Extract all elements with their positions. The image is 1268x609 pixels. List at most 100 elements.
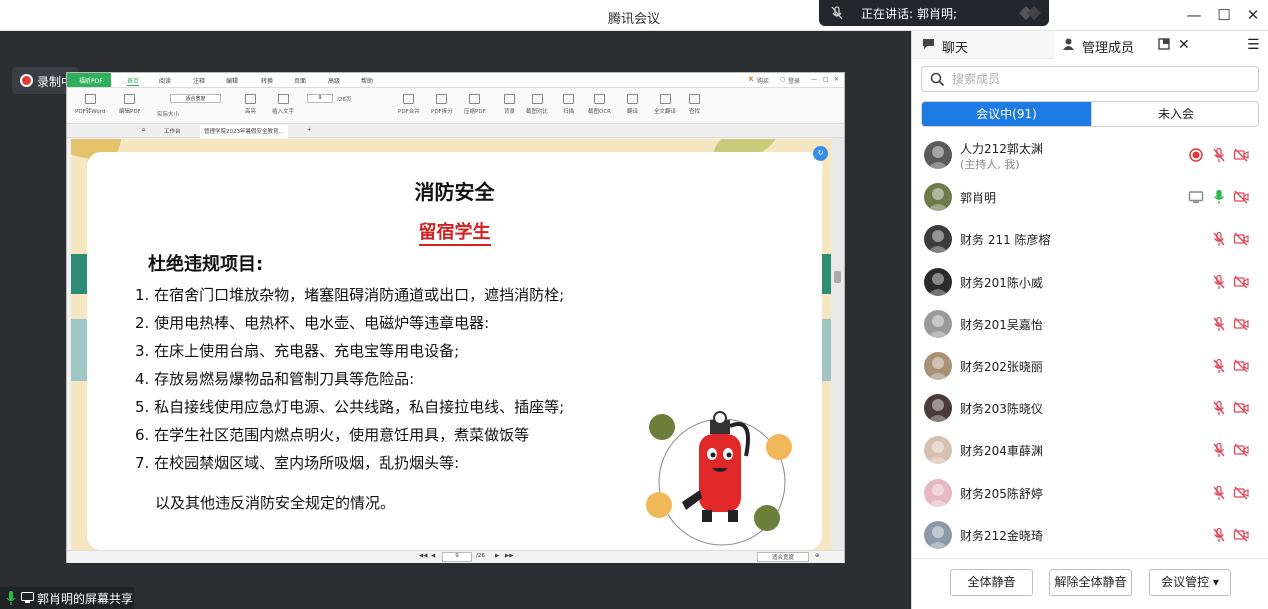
pdf-menu-edit[interactable]: 编辑 — [226, 76, 238, 85]
segment-in-meeting[interactable]: 会议中(91) — [922, 102, 1091, 126]
pdf-split-button[interactable]: PDF拆分 — [431, 94, 453, 115]
meeting-controls-button[interactable]: 会议管控 ▾ — [1149, 569, 1231, 596]
pdf-merge-button[interactable]: PDF合并 — [398, 94, 420, 115]
edit-pdf-button[interactable]: 编辑PDF — [119, 94, 141, 115]
pdf-login-link[interactable]: 登录 — [788, 76, 800, 85]
pdf-menu-convert[interactable]: 转换 — [261, 76, 273, 85]
current-document-tab[interactable]: 管理学院2023年暑假安全教育... — [200, 125, 288, 138]
member-row[interactable]: 财务201吴嘉怡 — [912, 304, 1268, 346]
member-search[interactable] — [921, 66, 1259, 92]
popout-icon[interactable] — [1158, 38, 1171, 50]
find-icon — [689, 94, 700, 104]
page-nav-next[interactable]: ▶ — [495, 553, 499, 559]
mic-muted-icon[interactable] — [1211, 147, 1227, 163]
pdf-brand-tab[interactable]: 福昕PDF — [67, 73, 111, 87]
pdf-buy-link[interactable]: 购买 — [757, 76, 769, 85]
camera-off-icon[interactable] — [1233, 316, 1249, 332]
close-panel-icon[interactable]: ✕ — [1178, 37, 1190, 53]
mic-on-icon[interactable] — [1211, 189, 1227, 205]
mic-muted-icon[interactable] — [1211, 485, 1227, 501]
pdf-menu-page[interactable]: 页面 — [294, 76, 306, 85]
ocr-button[interactable]: 截图OCR — [588, 94, 611, 115]
maximize-button[interactable]: ☐ — [1214, 6, 1234, 24]
full-translate-button[interactable]: 全文翻译 — [654, 94, 676, 115]
find-button[interactable]: 查找 — [689, 94, 700, 115]
mic-muted-icon[interactable] — [1211, 527, 1227, 543]
scrollbar-thumb[interactable] — [834, 271, 841, 283]
pdf-menu-annotate[interactable]: 注释 — [193, 76, 205, 85]
speaking-label: 正在讲话: — [861, 7, 914, 21]
buy-icon: K — [749, 76, 754, 83]
insert-text-button[interactable]: 插入文字 — [272, 94, 294, 115]
camera-off-icon[interactable] — [1233, 527, 1249, 543]
mute-all-button[interactable]: 全体静音 — [950, 569, 1033, 596]
pdf-minimize-button[interactable]: — — [811, 76, 817, 83]
translate-button[interactable]: 翻译 — [627, 94, 638, 115]
user-icon — [1063, 38, 1074, 50]
member-row[interactable]: 财务201陈小威 — [912, 262, 1268, 304]
avatar — [924, 478, 952, 507]
mic-muted-icon[interactable] — [1211, 400, 1227, 416]
scan-button[interactable]: 扫描 — [563, 94, 574, 115]
page-number-input[interactable]: 9 — [307, 94, 333, 103]
camera-off-icon[interactable] — [1233, 485, 1249, 501]
pdf-menu-read[interactable]: 阅读 — [159, 76, 171, 85]
mic-muted-icon[interactable] — [1211, 442, 1227, 458]
minimize-button[interactable]: — — [1184, 6, 1204, 24]
camera-off-icon[interactable] — [1233, 274, 1249, 290]
mic-muted-icon[interactable] — [1211, 231, 1227, 247]
member-row[interactable]: 财务212金晓琦 — [912, 515, 1268, 557]
camera-off-icon[interactable] — [1233, 147, 1249, 163]
slide-card: 消防安全 留宿学生 杜绝违规项目: 1. 在宿舍门口堆放杂物，堵塞阻碍消防通道或… — [87, 152, 822, 550]
page-badge-icon: ↻ — [813, 146, 828, 161]
pdf-scrollbar[interactable] — [831, 138, 844, 550]
pdf-maximize-button[interactable]: □ — [823, 76, 829, 83]
segment-not-joined[interactable]: 未入会 — [1091, 102, 1258, 126]
compare-button[interactable]: 截图对比 — [526, 94, 548, 115]
mic-muted-icon[interactable] — [1211, 358, 1227, 374]
camera-off-icon[interactable] — [1233, 231, 1249, 247]
member-row[interactable]: 财务203陈晓仪 — [912, 388, 1268, 430]
highlight-button[interactable]: 高亮 — [245, 94, 256, 115]
tab-chat[interactable]: 聊天 — [912, 31, 1054, 59]
close-window-button[interactable]: ✕ — [1243, 6, 1263, 24]
member-name: 财务 211 陈彦榕 — [960, 233, 1051, 248]
tab-members[interactable]: 管理成员 ✕ ☰ — [1054, 31, 1268, 59]
member-row[interactable]: 财务204車薛渊 — [912, 430, 1268, 472]
member-row[interactable]: 财务205陈舒婷 — [912, 473, 1268, 515]
pdf-menu-advanced[interactable]: 高级 — [328, 76, 340, 85]
new-tab-button[interactable]: + — [307, 127, 312, 133]
pdf-menu-home[interactable]: 首页 — [127, 76, 140, 86]
status-page-input[interactable]: 9 — [442, 552, 472, 562]
zoom-in-icon[interactable]: ⊕ — [815, 553, 820, 559]
member-row[interactable]: 人力212郭太渊 (主持人, 我) — [912, 135, 1268, 177]
home-icon[interactable]: ⌂ — [142, 127, 146, 133]
pdf-to-word-button[interactable]: PDF转Word — [75, 94, 105, 115]
camera-off-icon[interactable] — [1233, 400, 1249, 416]
menu-icon[interactable]: ☰ — [1247, 37, 1260, 53]
pdf-menu-help[interactable]: 帮助 — [361, 76, 373, 85]
member-row[interactable]: 财务 211 陈彦榕 — [912, 219, 1268, 261]
mic-muted-icon[interactable] — [1211, 316, 1227, 332]
actual-size-button[interactable]: 实际大小 — [157, 110, 179, 118]
page-nav-first[interactable]: ◀◀ — [419, 553, 427, 559]
search-input[interactable] — [952, 71, 1242, 87]
camera-off-icon[interactable] — [1233, 358, 1249, 374]
status-zoom-select[interactable]: 适合宽度 — [757, 552, 809, 562]
member-row[interactable]: 郭肖明 — [912, 177, 1268, 219]
pdf-close-button[interactable]: ✕ — [834, 76, 839, 83]
compress-pdf-button[interactable]: 压缩PDF — [464, 94, 486, 115]
camera-off-icon[interactable] — [1233, 442, 1249, 458]
zoom-mode-select[interactable]: 适合宽度 — [170, 94, 221, 103]
page-nav-prev[interactable]: ◀ — [431, 553, 435, 559]
background-button[interactable]: 背景 — [504, 94, 515, 115]
unmute-all-button[interactable]: 解除全体静音 — [1049, 569, 1132, 596]
mic-muted-icon[interactable] — [1211, 274, 1227, 290]
ocr-icon — [594, 94, 605, 104]
slide-subtitle: 留宿学生 — [87, 218, 822, 246]
member-row[interactable]: 财务202张晓丽 — [912, 346, 1268, 388]
workspace-tab[interactable]: 工作台 — [164, 127, 181, 135]
window-title: 腾讯会议 — [607, 12, 660, 27]
page-nav-last[interactable]: ▶▶ — [505, 553, 513, 559]
camera-off-icon[interactable] — [1233, 189, 1249, 205]
